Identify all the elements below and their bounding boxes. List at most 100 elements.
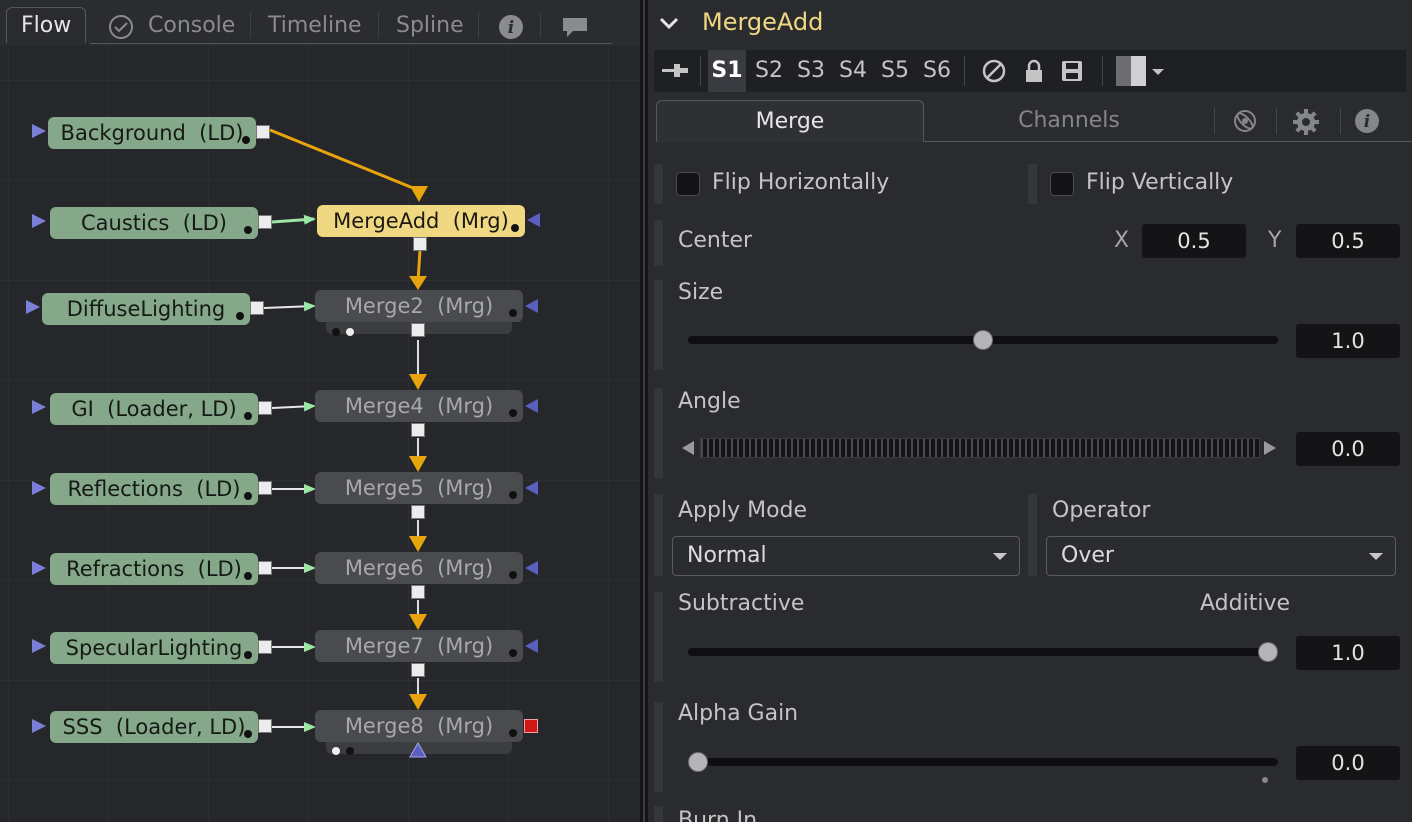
output-port[interactable] bbox=[258, 719, 272, 733]
swatch-dropdown-caret[interactable] bbox=[1152, 69, 1164, 75]
control-grip bbox=[1028, 494, 1037, 576]
operator-select[interactable]: Over bbox=[1046, 536, 1396, 576]
node-merge4[interactable]: Merge4 (Mrg) bbox=[315, 390, 523, 422]
loader-input-triangle bbox=[32, 214, 46, 228]
bypass-icon[interactable] bbox=[982, 59, 1006, 83]
blend-slider-knob[interactable] bbox=[1258, 642, 1278, 662]
output-port[interactable] bbox=[250, 301, 264, 315]
operator-label: Operator bbox=[1052, 498, 1151, 523]
output-port[interactable] bbox=[411, 663, 425, 677]
size-input[interactable]: 1.0 bbox=[1296, 324, 1400, 358]
output-port[interactable] bbox=[411, 423, 425, 437]
output-port[interactable] bbox=[411, 505, 425, 519]
loader-input-triangle bbox=[26, 300, 40, 314]
output-port[interactable] bbox=[258, 481, 272, 495]
pin-icon[interactable] bbox=[660, 59, 690, 83]
mask-input-triangle bbox=[527, 213, 540, 227]
alpha-gain-slider-knob[interactable] bbox=[688, 752, 708, 772]
loader-input-triangle bbox=[32, 561, 46, 575]
angle-increase-arrow[interactable] bbox=[1264, 441, 1276, 455]
gear-icon[interactable] bbox=[1292, 108, 1320, 136]
size-slider-knob[interactable] bbox=[973, 330, 993, 350]
panel-splitter[interactable] bbox=[640, 0, 648, 822]
svg-text:i: i bbox=[1364, 112, 1370, 132]
arrow-merge8 bbox=[409, 694, 427, 710]
blend-slider-track[interactable] bbox=[688, 648, 1278, 656]
version-s1[interactable]: S1 bbox=[708, 50, 746, 92]
output-port[interactable] bbox=[258, 215, 272, 229]
node-refractions-loader[interactable]: Refractions (LD) bbox=[50, 553, 258, 585]
loader-input-triangle bbox=[32, 481, 46, 495]
burn-in-label: Burn In bbox=[678, 808, 758, 822]
angle-input[interactable]: 0.0 bbox=[1296, 432, 1400, 466]
node-merge6[interactable]: Merge6 (Mrg) bbox=[315, 552, 523, 584]
size-label: Size bbox=[678, 280, 724, 305]
chevron-down-icon[interactable] bbox=[658, 12, 680, 34]
apply-mode-select[interactable]: Normal bbox=[672, 536, 1020, 576]
alpha-gain-slider-track[interactable] bbox=[688, 758, 1278, 766]
color-swatch-icon[interactable] bbox=[1116, 56, 1146, 86]
port-dot bbox=[332, 747, 340, 755]
inspector-tabs: Merge Channels i bbox=[654, 100, 1406, 142]
output-port[interactable] bbox=[411, 585, 425, 599]
output-port[interactable] bbox=[258, 401, 272, 415]
node-merge2[interactable]: Merge2 (Mrg) bbox=[315, 290, 523, 322]
node-merge5[interactable]: Merge5 (Mrg) bbox=[315, 472, 523, 504]
version-s6[interactable]: S6 bbox=[918, 50, 956, 92]
output-port[interactable] bbox=[411, 323, 425, 337]
node-merge7[interactable]: Merge7 (Mrg) bbox=[315, 630, 523, 662]
output-port[interactable] bbox=[256, 125, 270, 139]
loader-input-triangle bbox=[32, 124, 46, 138]
loader-input-triangle bbox=[32, 639, 46, 653]
node-diffuselighting-loader[interactable]: DiffuseLighting bbox=[42, 293, 250, 325]
tool-title: MergeAdd bbox=[702, 8, 824, 36]
node-sss-loader[interactable]: SSS (Loader, LD) bbox=[50, 711, 258, 743]
version-s2[interactable]: S2 bbox=[750, 50, 788, 92]
center-y-input[interactable]: 0.5 bbox=[1296, 224, 1400, 258]
version-s3[interactable]: S3 bbox=[792, 50, 830, 92]
tab-channels[interactable]: Channels bbox=[944, 100, 1194, 142]
info-icon[interactable]: i bbox=[1354, 108, 1380, 134]
flip-vertically-checkbox[interactable] bbox=[1050, 172, 1074, 196]
alpha-gain-input[interactable]: 0.0 bbox=[1296, 746, 1400, 780]
mask-input-triangle bbox=[525, 399, 538, 413]
lock-icon[interactable] bbox=[1022, 59, 1046, 83]
control-grip bbox=[654, 494, 663, 576]
flip-horizontally-checkbox[interactable] bbox=[676, 172, 700, 196]
loader-input-triangle bbox=[32, 400, 46, 414]
inspector-toolbar: S1 S2 S3 S4 S5 S6 bbox=[654, 50, 1406, 92]
angle-thumbwheel[interactable] bbox=[700, 438, 1260, 458]
view-3d-icon[interactable] bbox=[1232, 108, 1258, 134]
node-merge8[interactable]: Merge8 (Mrg) bbox=[315, 710, 523, 742]
mask-input-triangle bbox=[525, 561, 538, 575]
save-icon[interactable] bbox=[1060, 59, 1084, 83]
loader-input-triangle bbox=[32, 719, 46, 733]
blend-input[interactable]: 1.0 bbox=[1296, 636, 1400, 670]
node-specularlighting-loader[interactable]: SpecularLighting bbox=[50, 632, 258, 664]
node-mergeadd[interactable]: MergeAdd (Mrg) bbox=[317, 205, 525, 237]
version-s4[interactable]: S4 bbox=[834, 50, 872, 92]
tab-separator bbox=[1340, 108, 1341, 134]
alpha-gain-label: Alpha Gain bbox=[678, 701, 799, 726]
angle-decrease-arrow[interactable] bbox=[682, 441, 694, 455]
node-caustics-loader[interactable]: Caustics (LD) bbox=[50, 207, 258, 239]
inspector-panel: MergeAdd S1 S2 S3 S4 S5 S6 Merge Channel… bbox=[648, 0, 1412, 822]
inspector-header[interactable]: MergeAdd bbox=[648, 0, 1412, 50]
control-grip bbox=[654, 220, 663, 266]
port-dot bbox=[332, 328, 340, 336]
center-x-input[interactable]: 0.5 bbox=[1142, 224, 1246, 258]
link-diffuse bbox=[263, 301, 316, 312]
subtractive-label: Subtractive bbox=[678, 591, 805, 616]
tab-merge[interactable]: Merge bbox=[656, 100, 924, 142]
output-port[interactable] bbox=[258, 561, 272, 575]
node-gi-loader[interactable]: GI (Loader, LD) bbox=[50, 393, 258, 425]
node-reflections-loader[interactable]: Reflections (LD) bbox=[50, 473, 258, 505]
arrow-merge4 bbox=[409, 374, 427, 390]
arrow-merge6 bbox=[409, 536, 427, 552]
output-port[interactable] bbox=[258, 640, 272, 654]
version-s5[interactable]: S5 bbox=[876, 50, 914, 92]
output-port[interactable] bbox=[413, 237, 427, 251]
output-view-indicator[interactable] bbox=[524, 719, 538, 733]
control-grip bbox=[654, 806, 663, 822]
node-background-loader[interactable]: Background (LD) bbox=[48, 117, 256, 149]
